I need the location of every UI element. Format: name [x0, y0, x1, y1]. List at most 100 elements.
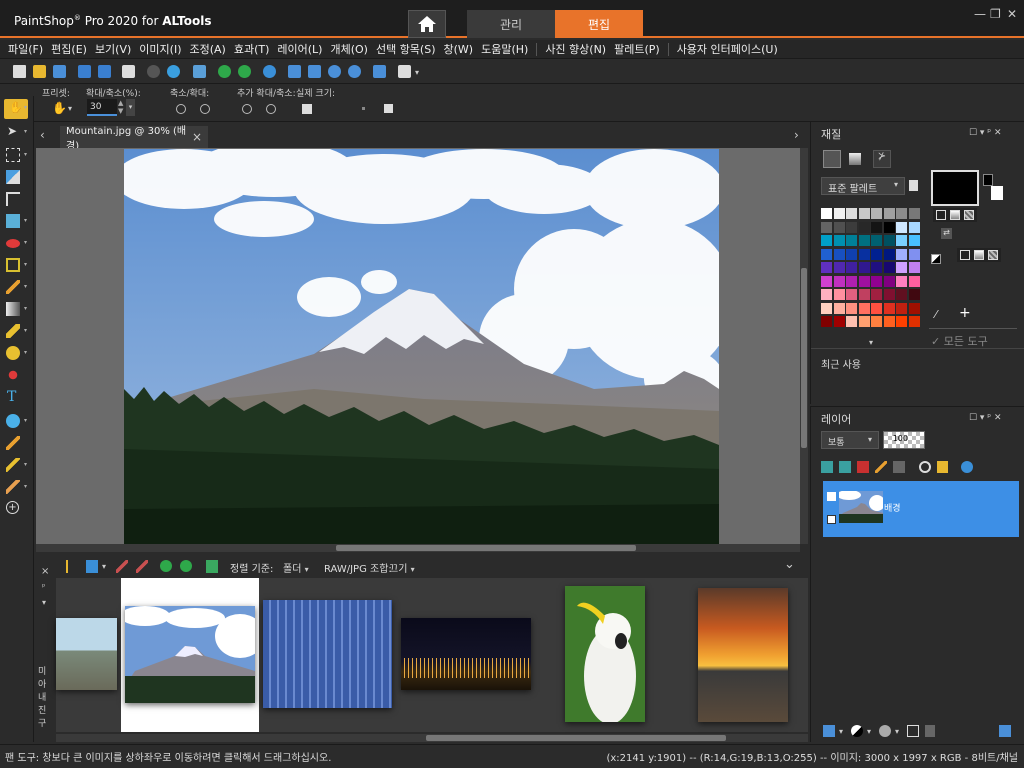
- red-eye-tool-icon[interactable]: [6, 239, 20, 248]
- zoom-in-button[interactable]: [200, 104, 210, 114]
- zoom-percent-input[interactable]: [87, 99, 117, 116]
- zoom-in-icon[interactable]: [348, 65, 361, 78]
- color-swatch[interactable]: [846, 302, 857, 314]
- save-icon[interactable]: [78, 65, 91, 78]
- color-swatch[interactable]: [896, 275, 907, 287]
- menu-view[interactable]: 보기(V): [95, 41, 131, 57]
- color-style-icon[interactable]: [960, 250, 970, 260]
- color-swatch[interactable]: [833, 248, 845, 260]
- color-swatch[interactable]: [858, 316, 870, 327]
- chevron-down-icon[interactable]: ▾: [867, 727, 871, 736]
- restore-button[interactable]: ❐: [990, 7, 1001, 21]
- color-swatch[interactable]: [883, 275, 895, 287]
- chevron-down-icon[interactable]: ▾: [415, 68, 419, 77]
- open-icon[interactable]: [33, 65, 46, 78]
- color-swatch[interactable]: [858, 248, 870, 260]
- all-tools-checkbox[interactable]: ✓ 모든 도구: [931, 333, 988, 349]
- new-art-media-layer-icon[interactable]: [857, 461, 869, 473]
- tab-manage[interactable]: 관리: [467, 10, 555, 38]
- color-swatch[interactable]: [846, 208, 857, 219]
- color-swatch[interactable]: [908, 221, 920, 233]
- screen-mode-icon[interactable]: [373, 65, 386, 78]
- color-swatch[interactable]: [858, 275, 870, 287]
- crop-tool-icon[interactable]: [6, 192, 20, 206]
- color-swatch[interactable]: [858, 221, 870, 233]
- chevron-down-icon[interactable]: ▾: [24, 327, 27, 334]
- color-swatch[interactable]: [833, 208, 845, 219]
- color-swatch[interactable]: [908, 289, 920, 300]
- color-swatch[interactable]: [908, 302, 920, 314]
- gradient-style-icon[interactable]: [950, 210, 960, 220]
- color-swatch[interactable]: [821, 208, 832, 219]
- color-swatch[interactable]: [833, 262, 845, 273]
- rotate-left-icon[interactable]: [160, 560, 172, 572]
- opacity-slider[interactable]: 100: [883, 431, 925, 449]
- add-tool-icon[interactable]: +: [6, 501, 19, 514]
- fit-image-icon[interactable]: [308, 65, 321, 78]
- foreground-color[interactable]: [931, 170, 979, 206]
- color-swatch[interactable]: [858, 302, 870, 314]
- color-swatch[interactable]: [871, 208, 882, 219]
- raw-jpg-select[interactable]: 끄기 ▾: [389, 560, 415, 575]
- color-swatch[interactable]: [896, 316, 907, 327]
- color-swatch[interactable]: [833, 235, 845, 246]
- thumbnail-sunset[interactable]: [698, 588, 788, 722]
- collapse-chevron-icon[interactable]: ⌄: [784, 557, 795, 572]
- color-swatch[interactable]: [871, 221, 882, 233]
- rotate-left-icon[interactable]: [218, 65, 231, 78]
- refresh-icon[interactable]: [206, 560, 218, 573]
- palette-options-icon[interactable]: [909, 180, 918, 191]
- minimize-button[interactable]: —: [974, 7, 986, 21]
- color-swatch[interactable]: [883, 302, 895, 314]
- add-swatch-icon[interactable]: +: [959, 305, 971, 321]
- chevron-down-icon[interactable]: ▾: [68, 104, 72, 113]
- panel-menu-icon[interactable]: ☐ ▾ ᵖ ✕: [969, 413, 1002, 423]
- chevron-down-icon[interactable]: ▾: [869, 338, 873, 347]
- color-swatch[interactable]: [896, 302, 907, 314]
- zoom-dropdown[interactable]: ▾: [126, 99, 135, 116]
- menu-layers[interactable]: 레이어(L): [277, 41, 322, 57]
- chevron-down-icon[interactable]: ▾: [895, 727, 899, 736]
- new-mask-layer-icon[interactable]: [875, 461, 887, 473]
- small-fg-swatch[interactable]: [983, 174, 993, 186]
- menu-palettes[interactable]: 팔레트(P): [614, 41, 660, 57]
- chevron-down-icon[interactable]: ▾: [24, 217, 27, 224]
- color-swatch[interactable]: [858, 262, 870, 273]
- color-swatch[interactable]: [883, 316, 895, 327]
- zoom-more-in-button[interactable]: [266, 104, 276, 114]
- pattern-frame-icon[interactable]: ⊁: [873, 150, 891, 168]
- menu-edit[interactable]: 편집(E): [51, 41, 87, 57]
- new-adjustment-layer-icon[interactable]: [893, 461, 905, 473]
- organizer-scrollbar[interactable]: [56, 734, 808, 742]
- thumbnail-mountain[interactable]: [125, 606, 255, 703]
- zoom-spinner[interactable]: ▲ ▼: [118, 99, 123, 115]
- color-swatch[interactable]: [846, 221, 857, 233]
- lock-icon[interactable]: [937, 461, 948, 473]
- chevron-down-icon[interactable]: ▾: [839, 727, 843, 736]
- close-button[interactable]: ✕: [1007, 7, 1017, 21]
- menu-enhance-photo[interactable]: 사진 향상(N): [545, 41, 606, 57]
- document-tab[interactable]: Mountain.jpg @ 30% (배경) ×: [60, 126, 208, 152]
- color-swatch[interactable]: [871, 248, 882, 260]
- sort-select[interactable]: 폴더 ▾: [283, 560, 309, 575]
- dropper-icon[interactable]: ⁄: [935, 308, 937, 321]
- menu-objects[interactable]: 개체(O): [330, 41, 367, 57]
- color-style-icon[interactable]: [936, 210, 946, 220]
- color-changer-tool-icon[interactable]: [6, 368, 20, 382]
- blend-mode-select[interactable]: 보통 ▾: [821, 431, 879, 449]
- organizer-view-icon[interactable]: [66, 560, 78, 573]
- color-swatch[interactable]: [896, 248, 907, 260]
- pattern-style-icon[interactable]: [988, 250, 998, 260]
- color-swatch[interactable]: [858, 208, 870, 219]
- panel-menu-icon[interactable]: ☐ ▾ ᵖ ✕: [969, 128, 1002, 138]
- new-vector-layer-icon[interactable]: [839, 461, 851, 473]
- color-swatch[interactable]: [821, 262, 832, 273]
- color-swatch[interactable]: [896, 262, 907, 273]
- chevron-down-icon[interactable]: ▾: [24, 461, 27, 468]
- pattern-style-icon[interactable]: [964, 210, 974, 220]
- palette-select[interactable]: 표준 팔레트 ▾: [821, 177, 905, 195]
- color-swatch[interactable]: [883, 208, 895, 219]
- thumbnail-street[interactable]: [56, 618, 117, 690]
- small-bg-swatch[interactable]: [991, 186, 1003, 200]
- chevron-down-icon[interactable]: ▾: [24, 261, 27, 268]
